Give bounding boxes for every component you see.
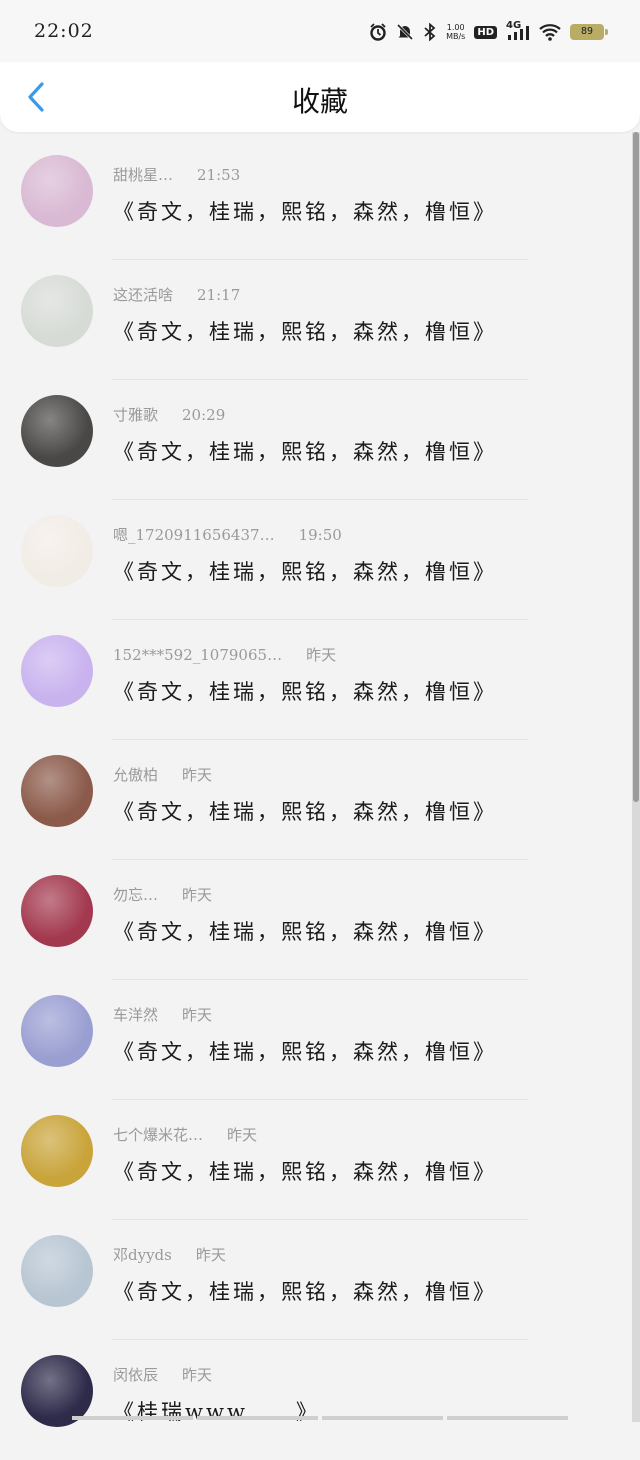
avatar[interactable] — [21, 995, 93, 1067]
item-meta: 勿忘… 昨天 — [113, 884, 212, 905]
item-time: 昨天 — [182, 1006, 213, 1024]
list-item[interactable]: 勿忘… 昨天 《奇文，桂瑞，熙铭，森然，橹恒》 — [0, 860, 632, 980]
page-title: 收藏 — [291, 85, 348, 118]
item-message: 《奇文，桂瑞，熙铭，森然，橹恒》 — [113, 1280, 497, 1304]
item-message: 《奇文，桂瑞，熙铭，森然，橹恒》 — [113, 560, 497, 584]
sender-name: 七个爆米花… — [113, 1126, 204, 1144]
alarm-icon — [370, 23, 386, 41]
avatar[interactable] — [21, 515, 93, 587]
bluetooth-icon — [424, 23, 436, 41]
item-message: 《奇文，桂瑞，熙铭，森然，橹恒》 — [113, 440, 497, 464]
item-message: 《奇文，桂瑞，熙铭，森然，橹恒》 — [113, 1040, 497, 1064]
item-time: 21:17 — [197, 286, 241, 304]
item-meta: 七个爆米花… 昨天 — [113, 1124, 257, 1145]
item-meta: 邓dyyds 昨天 — [113, 1244, 226, 1265]
item-time: 21:53 — [197, 166, 241, 184]
item-meta: 嗯_1720911656437… 19:50 — [113, 524, 342, 545]
bottom-indicator — [72, 1416, 568, 1420]
avatar[interactable] — [21, 1115, 93, 1187]
item-time: 昨天 — [227, 1126, 258, 1144]
sender-name: 寸雅歌 — [113, 406, 159, 424]
avatar[interactable] — [21, 755, 93, 827]
sender-name: 车洋然 — [113, 1006, 159, 1024]
status-time: 22:02 — [34, 20, 94, 42]
avatar[interactable] — [21, 395, 93, 467]
list-item[interactable]: 允傲柏 昨天 《奇文，桂瑞，熙铭，森然，橹恒》 — [0, 740, 632, 860]
sender-name: 这还活啥 — [113, 286, 174, 304]
list-item[interactable]: 闵依辰 昨天 《桂瑞www……》 — [0, 1340, 632, 1460]
sender-name: 甜桃星… — [113, 166, 174, 184]
status-bar: 22:02 1.00 MB/s HD 4G 89 — [0, 0, 640, 62]
avatar[interactable] — [21, 875, 93, 947]
scrollbar[interactable] — [632, 132, 640, 1422]
sender-name: 允傲柏 — [113, 766, 159, 784]
favorites-list: 甜桃星… 21:53 《奇文，桂瑞，熙铭，森然，橹恒》 这还活啥 21:17 《奇文… — [0, 140, 632, 1460]
item-time: 昨天 — [306, 646, 337, 664]
hd-badge: HD — [474, 25, 497, 39]
status-icons: 1.00 MB/s HD 4G 89 — [369, 20, 608, 44]
item-meta: 152***592_1079065… 昨天 — [113, 644, 336, 665]
item-time: 昨天 — [182, 1366, 213, 1384]
signal-icon: 4G — [506, 20, 530, 41]
item-message: 《奇文，桂瑞，熙铭，森然，橹恒》 — [113, 1160, 497, 1184]
scroll-thumb[interactable] — [633, 132, 639, 802]
net-speed-value: 1.00 — [446, 23, 465, 32]
sender-name: 嗯_1720911656437… — [113, 526, 275, 544]
item-message: 《奇文，桂瑞，熙铭，森然，橹恒》 — [113, 320, 497, 344]
item-meta: 允傲柏 昨天 — [113, 764, 212, 785]
item-time: 20:29 — [182, 406, 226, 424]
item-meta: 闵依辰 昨天 — [113, 1364, 212, 1385]
sender-name: 152***592_1079065… — [113, 646, 283, 664]
list-item[interactable]: 这还活啥 21:17 《奇文，桂瑞，熙铭，森然，橹恒》 — [0, 260, 632, 380]
avatar[interactable] — [21, 1235, 93, 1307]
net-speed: 1.00 MB/s — [446, 23, 465, 41]
list-item[interactable]: 嗯_1720911656437… 19:50 《奇文，桂瑞，熙铭，森然，橹恒》 — [0, 500, 632, 620]
avatar[interactable] — [21, 635, 93, 707]
item-time: 昨天 — [182, 886, 213, 904]
item-time: 昨天 — [182, 766, 213, 784]
item-meta: 甜桃星… 21:53 — [113, 164, 240, 185]
item-meta: 这还活啥 21:17 — [113, 284, 240, 305]
sender-name: 邓dyyds — [113, 1246, 172, 1264]
item-time: 19:50 — [298, 526, 342, 544]
list-item[interactable]: 寸雅歌 20:29 《奇文，桂瑞，熙铭，森然，橹恒》 — [0, 380, 632, 500]
avatar[interactable] — [21, 155, 93, 227]
mute-icon — [397, 23, 414, 41]
item-meta: 寸雅歌 20:29 — [113, 404, 225, 425]
avatar[interactable] — [21, 275, 93, 347]
nav-bar: 收藏 — [0, 62, 640, 132]
list-item[interactable]: 车洋然 昨天 《奇文，桂瑞，熙铭，森然，橹恒》 — [0, 980, 632, 1100]
item-message: 《奇文，桂瑞，熙铭，森然，橹恒》 — [113, 200, 497, 224]
list-item[interactable]: 152***592_1079065… 昨天 《奇文，桂瑞，熙铭，森然，橹恒》 — [0, 620, 632, 740]
sender-name: 勿忘… — [113, 886, 159, 904]
wifi-icon — [539, 24, 561, 41]
item-message: 《奇文，桂瑞，熙铭，森然，橹恒》 — [113, 920, 497, 944]
item-time: 昨天 — [195, 1246, 226, 1264]
item-message: 《奇文，桂瑞，熙铭，森然，橹恒》 — [113, 800, 497, 824]
list-item[interactable]: 甜桃星… 21:53 《奇文，桂瑞，熙铭，森然，橹恒》 — [0, 140, 632, 260]
item-meta: 车洋然 昨天 — [113, 1004, 212, 1025]
list-item[interactable]: 邓dyyds 昨天 《奇文，桂瑞，熙铭，森然，橹恒》 — [0, 1220, 632, 1340]
net-speed-unit: MB/s — [446, 32, 466, 41]
item-message: 《奇文，桂瑞，熙铭，森然，橹恒》 — [113, 680, 497, 704]
battery-icon: 89 — [570, 24, 608, 40]
sender-name: 闵依辰 — [113, 1366, 159, 1384]
list-item[interactable]: 七个爆米花… 昨天 《奇文，桂瑞，熙铭，森然，橹恒》 — [0, 1100, 632, 1220]
